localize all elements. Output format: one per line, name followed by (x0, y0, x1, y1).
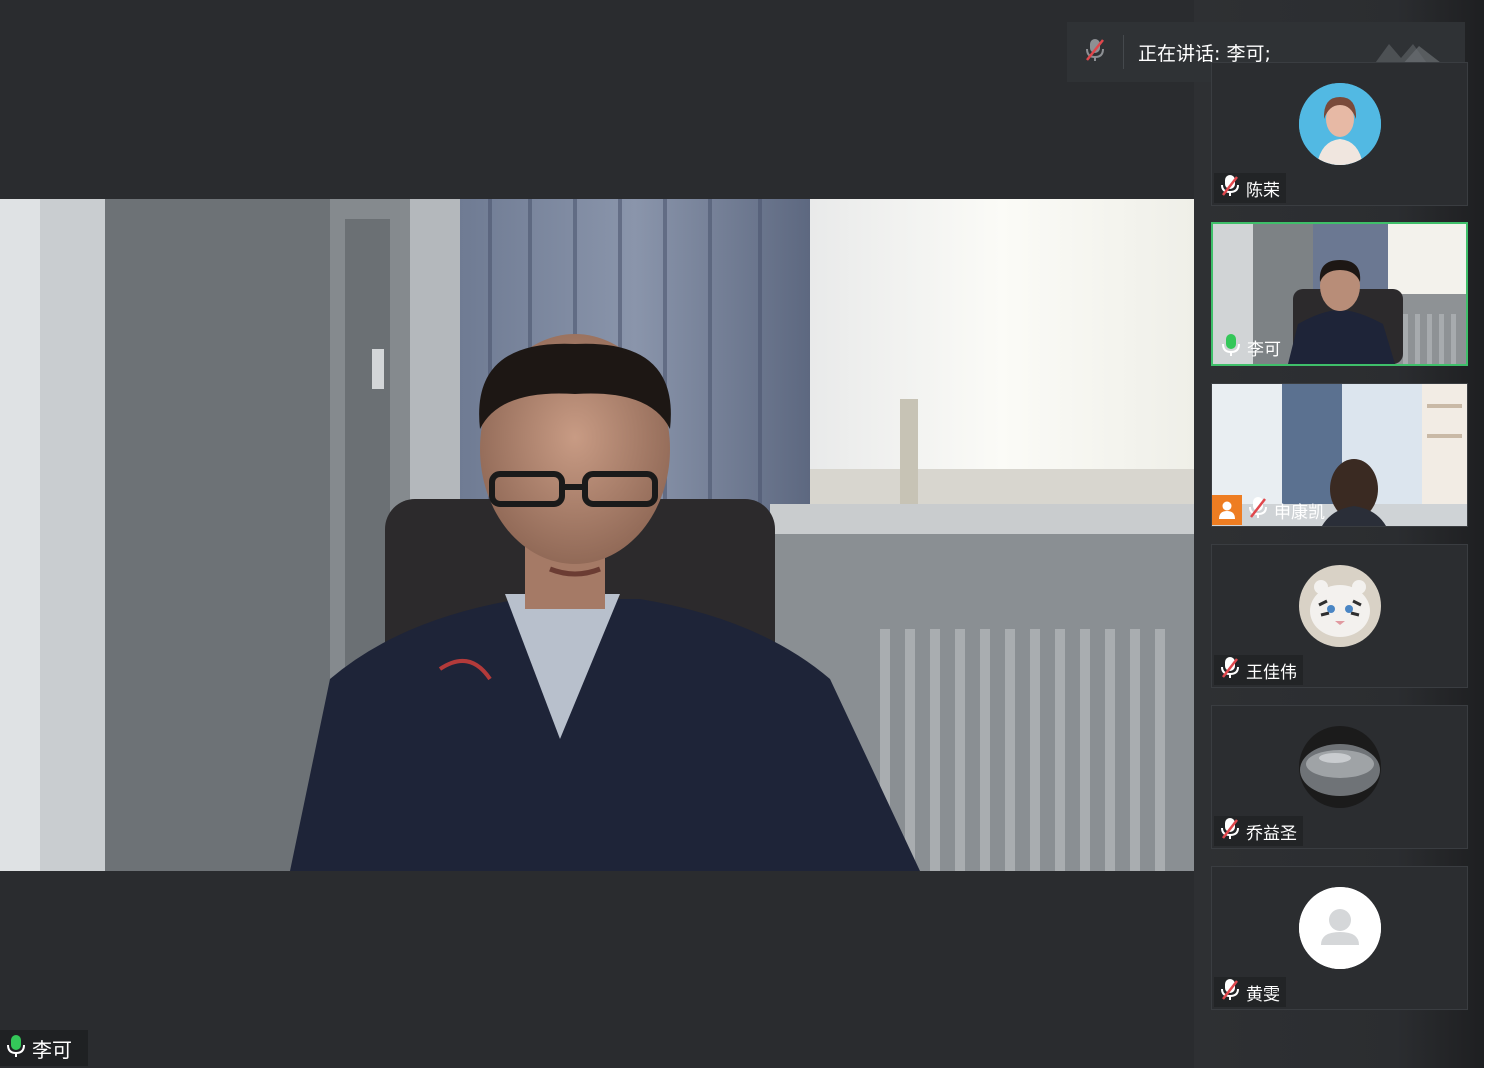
participant-name-tag: 乔益圣 (1214, 816, 1303, 846)
participant-tile[interactable]: 申康凯 (1211, 383, 1468, 527)
main-speaker-name-tag: 李可 (0, 1030, 88, 1066)
mic-muted-icon (1220, 817, 1240, 845)
participant-tile[interactable]: 乔益圣 (1211, 705, 1468, 849)
portrait-photo (1299, 83, 1381, 165)
mic-muted-icon (1220, 174, 1240, 202)
participant-name-tag: 李可 (1215, 332, 1287, 362)
participant-tile[interactable]: 陈荣 (1211, 62, 1468, 206)
mic-muted-icon (1220, 656, 1240, 684)
mic-muted-icon (1220, 978, 1240, 1006)
participant-name-tag: 申康凯 (1212, 494, 1331, 526)
participant-name-tag: 陈荣 (1214, 173, 1286, 203)
participant-name: 李可 (1247, 339, 1281, 360)
guest-user-icon (1212, 495, 1242, 525)
mic-icon (1221, 333, 1241, 361)
participant-tile[interactable]: 黄雯 (1211, 866, 1468, 1010)
stone-photo (1299, 726, 1381, 808)
participant-name-tag: 黄雯 (1214, 977, 1286, 1007)
participant-tile[interactable]: 王佳伟 (1211, 544, 1468, 688)
main-speaker-video[interactable] (0, 199, 1194, 871)
participant-name: 申康凯 (1274, 502, 1325, 523)
participant-name: 黄雯 (1246, 984, 1280, 1005)
main-speaker-name: 李可 (32, 1037, 72, 1062)
participant-name: 乔益圣 (1246, 823, 1297, 844)
white-tiger-photo (1299, 565, 1381, 647)
participant-name: 王佳伟 (1246, 662, 1297, 683)
mic-icon (6, 1034, 26, 1062)
participant-name-tag: 王佳伟 (1214, 655, 1303, 685)
mic-muted-icon[interactable] (1084, 37, 1106, 67)
default-user-icon (1299, 887, 1381, 969)
mic-muted-icon (1248, 496, 1268, 524)
participant-name: 陈荣 (1246, 180, 1280, 201)
video-conference-window: 李可 正在讲话: 李可; 陈荣 李可 申康凯 王佳伟 乔益圣 黄雯 (0, 0, 1484, 1068)
participant-tile-active[interactable]: 李可 (1211, 222, 1468, 366)
